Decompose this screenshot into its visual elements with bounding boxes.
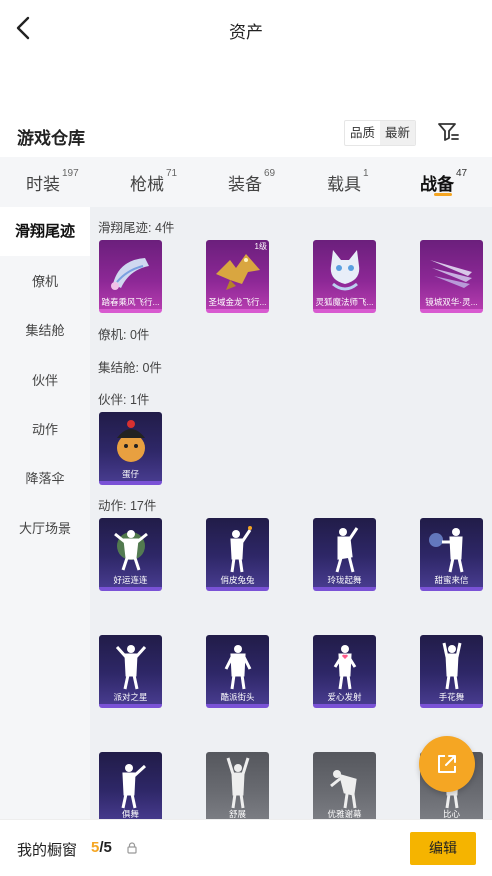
sweet-letter-icon xyxy=(429,528,464,573)
item-name: 酷派街头 xyxy=(220,692,255,702)
sidebar-item-parachute[interactable]: 降落伞 xyxy=(0,454,90,503)
item-card[interactable]: 踏春乘风飞行... xyxy=(99,240,162,313)
scroll-trail-icon xyxy=(111,258,149,290)
share-fab-button[interactable] xyxy=(419,736,475,792)
item-card[interactable]: 优雅谢幕 xyxy=(313,752,376,819)
item-grid: 滑翔尾迹: 4件 踏春乘风飞行... 1级 圣域金龙飞行... 灵狐魔法师飞..… xyxy=(90,207,492,819)
item-card[interactable]: 好运连连 xyxy=(99,518,162,591)
item-name: 派对之星 xyxy=(113,692,148,702)
bottom-bar: 我的橱窗 5/5 编辑 xyxy=(0,819,492,876)
bunny-dance-icon xyxy=(230,526,252,573)
section-label-glide: 滑翔尾迹: 4件 xyxy=(98,221,175,235)
group-dance-icon xyxy=(121,764,147,809)
wardrobe-total: 5 xyxy=(103,839,112,856)
wardrobe-label: 我的橱窗 xyxy=(17,842,78,859)
item-name: 手花舞 xyxy=(438,692,465,702)
sort-quality-option[interactable]: 品质 xyxy=(345,121,380,145)
item-name: 优雅谢幕 xyxy=(327,809,362,819)
sidebar-item-partner[interactable]: 伙伴 xyxy=(0,356,90,405)
item-name: 圣域金龙飞行... xyxy=(208,297,267,307)
tab-label: 装备 xyxy=(228,175,262,194)
sidebar-item-glide-trail[interactable]: 滑翔尾迹 xyxy=(0,207,90,256)
item-name: 俏皮兔兔 xyxy=(220,575,255,585)
item-card[interactable]: 酷派街头 xyxy=(206,635,269,708)
sidebar-item-rally-pod[interactable]: 集结舱 xyxy=(0,306,90,355)
item-name: 蛋仔 xyxy=(121,469,139,479)
item-name: 比心 xyxy=(442,809,460,819)
crystal-blades-icon xyxy=(430,260,472,288)
item-card[interactable]: 手花舞 xyxy=(420,635,483,708)
item-card[interactable]: 甜蜜来信 xyxy=(420,518,483,591)
tab-readiness[interactable]: 战备47 xyxy=(420,168,468,195)
item-name: 俱舞 xyxy=(121,809,139,819)
item-card[interactable]: 爱心发射 xyxy=(313,635,376,708)
tab-label: 战备 xyxy=(420,175,454,194)
street-cool-icon xyxy=(224,645,252,690)
section-label-pod: 集结舱: 0件 xyxy=(98,361,162,375)
edit-button[interactable]: 编辑 xyxy=(410,832,476,865)
warehouse-title: 游戏仓库 xyxy=(17,129,85,148)
warehouse-header: 游戏仓库 品质 最新 xyxy=(0,116,492,152)
item-name: 灵狐魔法师飞... xyxy=(315,297,374,307)
sidebar-item-lobby-scene[interactable]: 大厅场景 xyxy=(0,504,90,553)
tab-label: 枪械 xyxy=(130,175,164,194)
hand-flower-icon xyxy=(442,642,462,690)
item-card[interactable]: 玲珑起舞 xyxy=(313,518,376,591)
item-level-badge: 1级 xyxy=(254,242,267,251)
tab-count: 197 xyxy=(62,168,79,179)
tab-label: 载具 xyxy=(327,175,361,194)
tab-count: 71 xyxy=(166,168,178,179)
external-link-icon xyxy=(438,755,456,773)
active-tab-indicator xyxy=(434,193,452,196)
tab-equipment[interactable]: 装备69 xyxy=(228,168,276,195)
sidebar: 滑翔尾迹 僚机 集结舱 伙伴 动作 降落伞 大厅场景 xyxy=(0,207,90,819)
page-title: 资产 xyxy=(229,23,263,42)
elegant-bow-icon xyxy=(330,770,357,809)
section-label-partner: 伙伴: 1件 xyxy=(98,393,150,407)
category-tabs: 时装197 枪械71 装备69 载具1 战备47 xyxy=(0,157,492,207)
tab-label: 时装 xyxy=(26,175,60,194)
top-bar: 资产 xyxy=(0,0,492,58)
item-card[interactable]: 灵狐魔法师飞... xyxy=(313,240,376,313)
item-card[interactable]: 舒展 xyxy=(206,752,269,819)
item-name: 玲珑起舞 xyxy=(327,575,362,585)
item-name: 镜城双华·灵... xyxy=(425,297,478,307)
tab-fashion[interactable]: 时装197 xyxy=(26,168,79,195)
wardrobe-count: 5/5 xyxy=(91,839,112,856)
sort-newest-option[interactable]: 最新 xyxy=(380,121,416,145)
lock-icon xyxy=(127,842,137,854)
tab-count: 69 xyxy=(264,168,276,179)
tab-count: 1 xyxy=(363,168,369,179)
item-card[interactable]: 派对之星 xyxy=(99,635,162,708)
stretch-icon xyxy=(226,757,250,809)
tab-weapons[interactable]: 枪械71 xyxy=(130,168,178,195)
item-card[interactable]: 俏皮兔兔 xyxy=(206,518,269,591)
graceful-dance-icon xyxy=(335,527,359,573)
item-name: 踏春乘风飞行... xyxy=(101,297,160,307)
filter-icon xyxy=(438,123,459,141)
item-name: 舒展 xyxy=(228,809,246,819)
item-card[interactable]: 俱舞 xyxy=(99,752,162,819)
sidebar-item-wingman[interactable]: 僚机 xyxy=(0,257,90,306)
item-card[interactable]: 镜城双华·灵... xyxy=(420,240,483,313)
sort-toggle: 品质 最新 xyxy=(344,120,417,146)
filter-button[interactable] xyxy=(436,120,460,144)
sidebar-item-emote[interactable]: 动作 xyxy=(0,405,90,454)
item-name: 爱心发射 xyxy=(327,692,362,702)
tab-vehicles[interactable]: 载具1 xyxy=(327,168,369,195)
section-label-emote: 动作: 17件 xyxy=(98,499,157,513)
heart-shot-icon xyxy=(333,645,357,690)
lucky-dance-icon xyxy=(114,530,148,571)
tab-count: 47 xyxy=(456,168,468,179)
item-card[interactable]: 蛋仔 xyxy=(99,412,162,485)
item-name: 好运连连 xyxy=(113,575,148,585)
fox-mage-icon xyxy=(330,250,360,291)
section-label-wingman: 僚机: 0件 xyxy=(98,328,150,342)
item-name: 甜蜜来信 xyxy=(434,575,469,585)
party-star-icon xyxy=(115,645,147,690)
eggy-partner-icon xyxy=(117,420,145,462)
item-card[interactable]: 1级 圣域金龙飞行... xyxy=(206,240,269,313)
